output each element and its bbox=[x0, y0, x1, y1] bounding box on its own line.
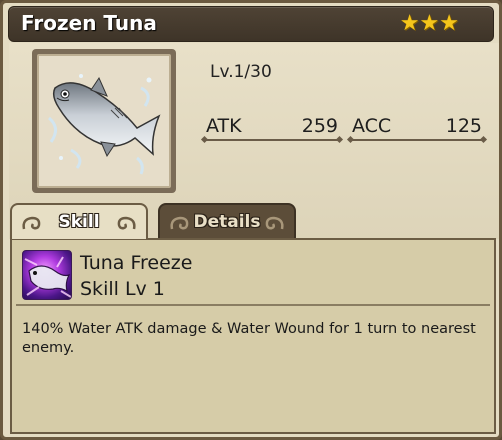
item-name: Frozen Tuna bbox=[21, 11, 157, 35]
acc-value: 125 bbox=[445, 115, 482, 137]
item-portrait bbox=[32, 49, 176, 193]
stat-underline bbox=[350, 139, 484, 141]
skill-description: 140% Water ATK damage & Water Wound for … bbox=[22, 321, 476, 356]
tab-details[interactable]: Details bbox=[158, 203, 296, 239]
atk-value: 259 bbox=[301, 115, 338, 137]
tab-details-label: Details bbox=[193, 212, 261, 232]
tab-skill[interactable]: Skill bbox=[10, 203, 148, 239]
title-bar: Frozen Tuna ★ ★ ★ bbox=[8, 6, 494, 42]
atk-stat: ATK 259 bbox=[204, 115, 340, 143]
swirl-ornament-icon bbox=[170, 216, 189, 230]
acc-label: ACC bbox=[352, 115, 392, 137]
star-icon: ★ bbox=[419, 11, 440, 36]
swirl-ornament-icon bbox=[22, 216, 41, 230]
star-icon: ★ bbox=[399, 11, 420, 36]
swirl-ornament-icon bbox=[117, 216, 136, 230]
item-level: Lv.1/30 bbox=[210, 62, 272, 82]
star-icon: ★ bbox=[439, 11, 459, 36]
tab-skill-label: Skill bbox=[58, 212, 100, 232]
skill-name: Tuna Freeze bbox=[80, 252, 193, 274]
tuna-freeze-skill-icon bbox=[22, 250, 72, 300]
acc-stat: ACC 125 bbox=[350, 115, 484, 143]
skill-level: Skill Lv 1 bbox=[80, 278, 165, 300]
skill-divider bbox=[16, 304, 490, 306]
swirl-ornament-icon bbox=[265, 216, 284, 230]
rarity-stars: ★ ★ ★ bbox=[400, 12, 459, 36]
frozen-tuna-fish-icon bbox=[47, 74, 161, 175]
skill-panel: Tuna Freeze Skill Lv 1 140% Water ATK da… bbox=[10, 238, 496, 434]
stat-underline bbox=[204, 139, 340, 141]
atk-label: ATK bbox=[206, 115, 242, 137]
item-portrait-frame bbox=[37, 54, 171, 188]
